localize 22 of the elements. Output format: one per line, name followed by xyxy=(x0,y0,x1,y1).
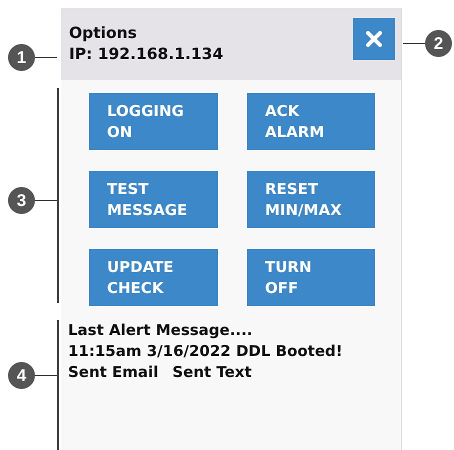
close-button[interactable] xyxy=(353,18,395,60)
message-heading: Last Alert Message.... xyxy=(68,320,254,341)
callout-number: 1 xyxy=(8,44,35,71)
leader-line xyxy=(35,56,57,58)
action-button[interactable]: LOGGING ON xyxy=(89,93,218,150)
leader-line xyxy=(35,200,57,202)
action-button[interactable]: TURN OFF xyxy=(247,249,375,306)
ip-address: IP: 192.168.1.134 xyxy=(69,44,224,65)
callout-number: 4 xyxy=(8,362,35,389)
close-icon xyxy=(365,30,383,48)
action-button[interactable]: RESET MIN/MAX xyxy=(247,171,375,228)
message-detail: 11:15am 3/16/2022 DDL Booted! xyxy=(68,341,344,362)
status-text: Sent Email xyxy=(68,362,158,383)
status-text: Sent Text xyxy=(172,362,252,383)
action-button[interactable]: ACK ALARM xyxy=(247,93,375,150)
action-button[interactable]: TEST MESSAGE xyxy=(89,171,218,228)
callout-number: 3 xyxy=(8,187,35,214)
leader-line xyxy=(403,42,425,44)
action-button[interactable]: UPDATE CHECK xyxy=(89,249,218,306)
panel-title: Options xyxy=(69,23,138,44)
leader-line xyxy=(35,374,57,376)
callout-number: 2 xyxy=(425,30,452,57)
